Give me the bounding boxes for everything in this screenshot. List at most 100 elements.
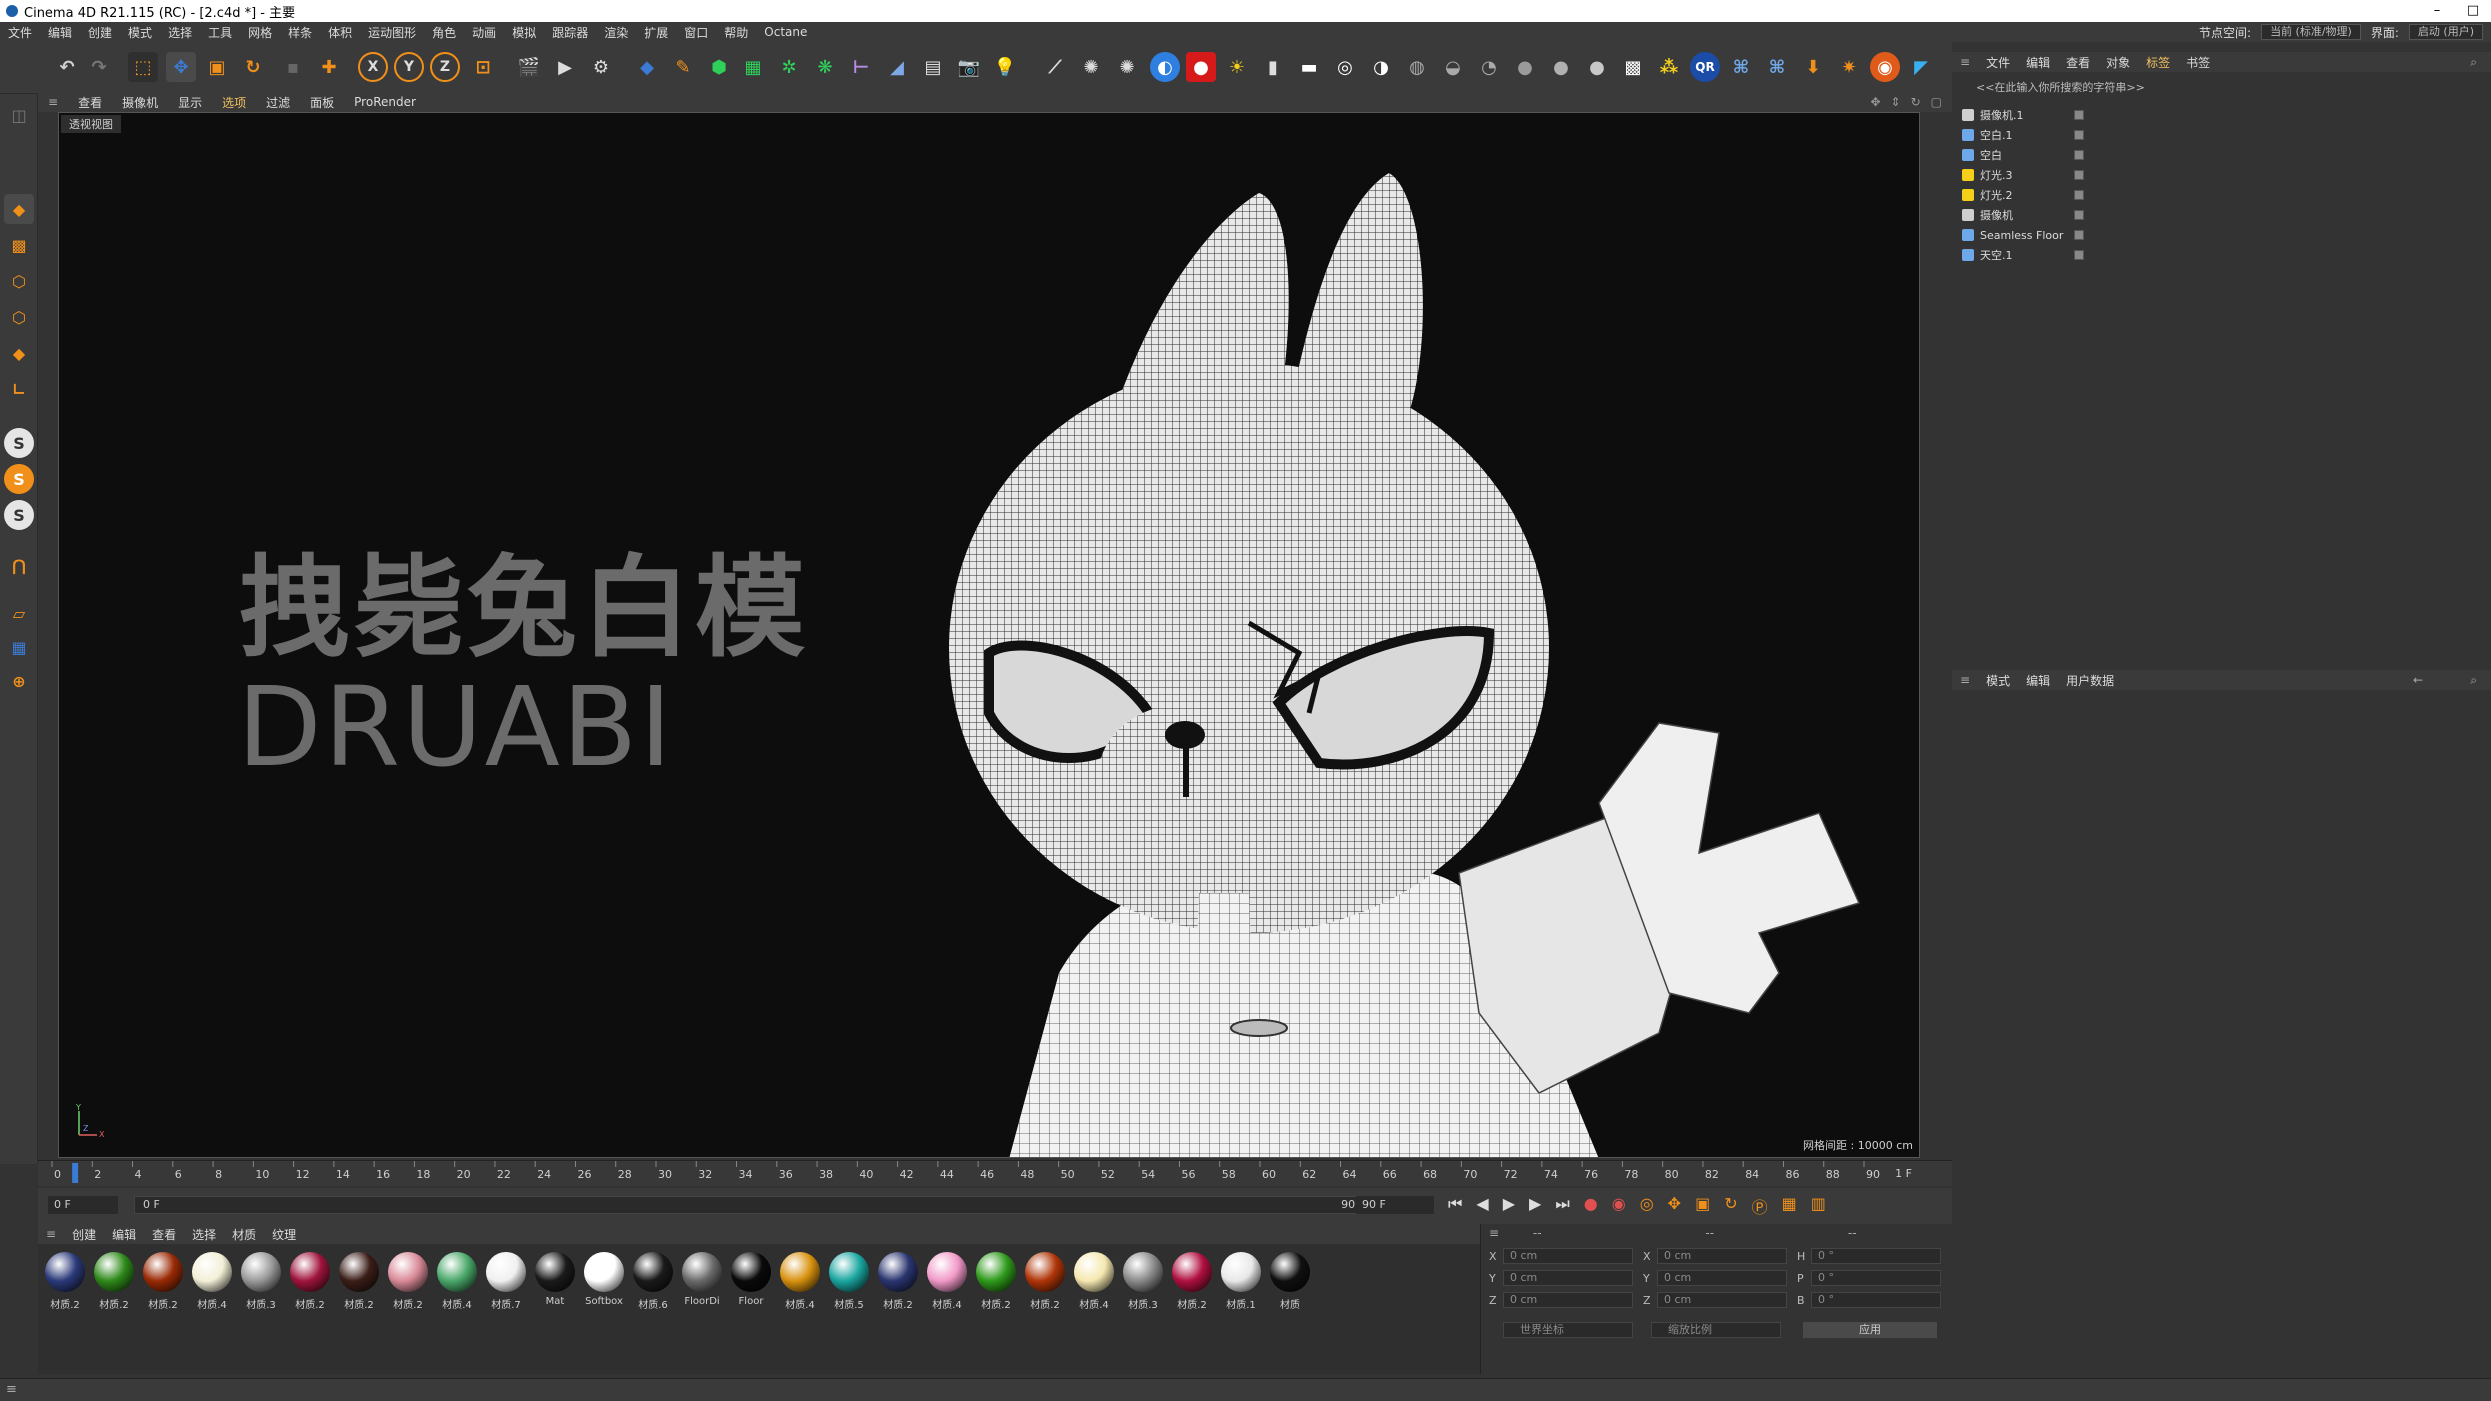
coords-world-dropdown[interactable]: 世界坐标	[1503, 1322, 1633, 1338]
environment-icon[interactable]: ◢	[882, 52, 912, 82]
minimize-button[interactable]: –	[2419, 0, 2455, 22]
redo-icon[interactable]: ↷	[84, 52, 114, 82]
attribute-menu-edit[interactable]: 编辑	[2018, 672, 2058, 689]
object-row[interactable]: 摄像机	[1962, 206, 2084, 224]
material-menu-select[interactable]: 选择	[184, 1226, 224, 1243]
cube-object-icon[interactable]: ◆	[632, 52, 662, 82]
bird-plugin-icon[interactable]: ◤	[1906, 52, 1936, 82]
attribute-back-icon[interactable]: ←	[2413, 673, 2423, 687]
edge-mode-icon[interactable]: ⬡	[4, 302, 34, 332]
coord-rotation-field[interactable]: 0 °	[1811, 1270, 1941, 1286]
symmetry-icon[interactable]: S	[4, 500, 34, 530]
material-swatch[interactable]: 材质.3	[238, 1252, 284, 1314]
hair-grass-icon[interactable]: ⁂	[1654, 52, 1684, 82]
octane-area-light-icon[interactable]: ▮	[1258, 52, 1288, 82]
polygon-mode-icon[interactable]: ◆	[4, 338, 34, 368]
x-axis-lock-icon[interactable]: X	[358, 52, 388, 82]
create-object-icon[interactable]: ✚	[314, 52, 344, 82]
viewport-menu-filter[interactable]: 过滤	[256, 94, 300, 111]
explode-icon[interactable]: ✷	[1834, 52, 1864, 82]
coord-size-field[interactable]: 0 cm	[1657, 1248, 1787, 1264]
object-search-icon[interactable]: ⌕	[2470, 55, 2477, 70]
menu-tracker[interactable]: 跟踪器	[544, 24, 596, 41]
timeline-playhead[interactable]	[72, 1163, 79, 1183]
model-mode-icon[interactable]: ◆	[4, 194, 34, 224]
material-swatch[interactable]: 材质.2	[140, 1252, 186, 1314]
perspective-viewport[interactable]: 透视视图 拽毙兔白模 DRUABI Y X Z 网格间距: 10000 cm	[58, 112, 1920, 1158]
octane-mix-icon[interactable]: ●	[1546, 52, 1576, 82]
light-icon[interactable]: 💡	[990, 52, 1020, 82]
viewport-menu-panel[interactable]: 面板	[300, 94, 344, 111]
material-menu-create[interactable]: 创建	[64, 1226, 104, 1243]
material-swatch[interactable]: 材质.4	[434, 1252, 480, 1314]
object-row[interactable]: 灯光.2	[1962, 186, 2084, 204]
material-swatch[interactable]: 材质.2	[875, 1252, 921, 1314]
material-menu-edit[interactable]: 编辑	[104, 1226, 144, 1243]
pla-key-icon[interactable]: ▦	[1782, 1194, 1797, 1218]
object-menu-view[interactable]: 查看	[2058, 54, 2098, 71]
render-region-icon[interactable]: 🎬	[514, 52, 544, 82]
menu-simulate[interactable]: 模拟	[504, 24, 544, 41]
object-menu-object[interactable]: 对象	[2098, 54, 2138, 71]
octane-texture-icon[interactable]: ▬	[1294, 52, 1324, 82]
move-tool-icon[interactable]: ✥	[166, 52, 196, 82]
material-swatch[interactable]: 材质	[1267, 1252, 1313, 1314]
material-swatch[interactable]: 材质.2	[385, 1252, 431, 1314]
octane-material-icon[interactable]: ◍	[1402, 52, 1432, 82]
record-keys-icon[interactable]: ●	[1584, 1194, 1598, 1218]
object-menu-tags[interactable]: 标签	[2138, 54, 2178, 71]
material-swatch[interactable]: FloorDi	[679, 1252, 725, 1314]
object-menu-file[interactable]: 文件	[1978, 54, 2018, 71]
material-swatch[interactable]: Floor	[728, 1252, 774, 1314]
object-row[interactable]: 天空.1	[1962, 246, 2084, 264]
render-settings-icon[interactable]: ⚙	[586, 52, 616, 82]
octane-camera-icon[interactable]: ◐	[1150, 52, 1180, 82]
bend-deformer-icon[interactable]: ⊢	[846, 52, 876, 82]
octane-sphere-icon[interactable]: ◑	[1366, 52, 1396, 82]
visibility-toggle-icon[interactable]	[2074, 150, 2084, 160]
download-icon[interactable]: ⬇	[1798, 52, 1828, 82]
point-mode-icon[interactable]: ⬡	[4, 266, 34, 296]
object-search-field[interactable]: <<在此输入你所搜索的字符串>>	[1952, 78, 2491, 98]
param-key-icon[interactable]: Ⓟ	[1752, 1194, 1768, 1218]
octane-toolbar-icon[interactable]: ⟋	[1040, 52, 1070, 82]
material-swatch[interactable]: 材质.4	[777, 1252, 823, 1314]
menu-tools[interactable]: 工具	[200, 24, 240, 41]
texture-mode-icon[interactable]: ▩	[4, 230, 34, 260]
menu-help[interactable]: 帮助	[716, 24, 756, 41]
material-swatch[interactable]: 材质.2	[91, 1252, 137, 1314]
cloner-icon[interactable]: ✲	[774, 52, 804, 82]
octane-orange-icon[interactable]: ◉	[1870, 52, 1900, 82]
visibility-toggle-icon[interactable]	[2074, 190, 2084, 200]
render-view-icon[interactable]: ▶	[550, 52, 580, 82]
hair-icon[interactable]: ❋	[810, 52, 840, 82]
material-menu-material[interactable]: 材质	[224, 1226, 264, 1243]
live-selection-icon[interactable]: ⬚	[128, 52, 158, 82]
menu-character[interactable]: 角色	[424, 24, 464, 41]
material-swatch[interactable]: 材质.2	[42, 1252, 88, 1314]
octane-diffuse-icon[interactable]: ◔	[1474, 52, 1504, 82]
goto-start-icon[interactable]: ⏮	[1448, 1194, 1462, 1218]
object-row[interactable]: 摄像机.1	[1962, 106, 2084, 124]
octane-glossy-icon[interactable]: ◒	[1438, 52, 1468, 82]
coord-position-field[interactable]: 0 cm	[1503, 1270, 1633, 1286]
object-row[interactable]: 空白.1	[1962, 126, 2084, 144]
visibility-toggle-icon[interactable]	[2074, 210, 2084, 220]
status-hamburger-icon[interactable]: ≡	[6, 1382, 17, 1397]
workplane-icon[interactable]: ▱	[4, 598, 34, 628]
visibility-toggle-icon[interactable]	[2074, 230, 2084, 240]
floor-icon[interactable]: ▤	[918, 52, 948, 82]
octane-light-icon[interactable]: ●	[1186, 52, 1216, 82]
material-swatch[interactable]: 材质.2	[336, 1252, 382, 1314]
locked-workplane-icon[interactable]: ⊕	[4, 666, 34, 696]
keyframe-selection-icon[interactable]: ◎	[1640, 1194, 1654, 1218]
autokey-icon[interactable]: ◉	[1612, 1194, 1626, 1218]
visibility-toggle-icon[interactable]	[2074, 130, 2084, 140]
object-menu-bookmarks[interactable]: 书签	[2178, 54, 2218, 71]
material-swatch[interactable]: 材质.4	[924, 1252, 970, 1314]
make-editable-icon[interactable]: ◫	[4, 100, 34, 130]
coords-apply-button[interactable]: 应用	[1803, 1322, 1937, 1338]
pen-spline-icon[interactable]: ✎	[668, 52, 698, 82]
object-row[interactable]: 空白	[1962, 146, 2084, 164]
scale-key-icon[interactable]: ▣	[1695, 1194, 1710, 1218]
